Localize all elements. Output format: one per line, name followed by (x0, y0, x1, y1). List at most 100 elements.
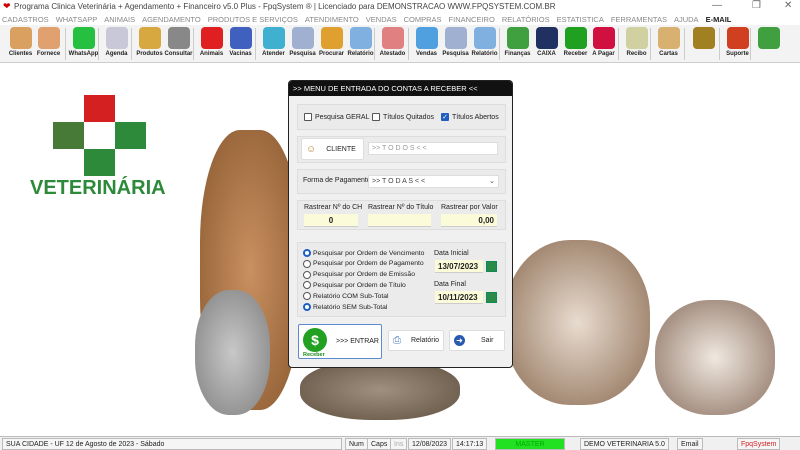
toolbar-button-whatsapp[interactable]: WhatsApp (69, 27, 98, 61)
cartas-icon (657, 27, 680, 49)
toolbar-button-agenda[interactable]: Agenda (102, 27, 131, 61)
a pagar-icon (592, 27, 615, 49)
produtos-icon (138, 27, 161, 49)
pesquisa-icon (444, 27, 467, 49)
menu-item[interactable]: WHATSAPP (56, 15, 98, 24)
status-bar: SUA CIDADE - UF 12 de Agosto de 2023 - S… (0, 436, 800, 450)
relatório-icon (349, 27, 372, 49)
arrow-right-icon: ➜ (454, 335, 465, 346)
toolbar-button-recibo[interactable]: Recibo (622, 27, 651, 61)
item-icon (692, 27, 715, 49)
rastrear-valor-input[interactable]: 0,00 (441, 214, 497, 227)
entrar-button[interactable]: $ Receber >>> ENTRAR (298, 324, 382, 359)
toolbar-button-a pagar[interactable]: A Pagar (589, 27, 618, 61)
pagamento-label: Forma de Pagamento (303, 177, 371, 184)
menu-item[interactable]: AGENDAMENTO (142, 15, 201, 24)
pagamento-select[interactable]: >> T O D A S < < ⌄ (368, 175, 499, 188)
chevron-down-icon: ⌄ (489, 178, 495, 185)
toolbar-label: Fornece (36, 51, 61, 57)
toolbar-label: Agenda (105, 51, 128, 57)
close-button[interactable]: ✕ (784, 0, 792, 11)
data-inicial-input[interactable]: 13/07/2023 (435, 260, 483, 273)
toolbar-label: WhatsApp (68, 51, 99, 57)
cat-image (655, 300, 775, 415)
vendas-icon (415, 27, 438, 49)
toolbar-button-relatório[interactable]: Relatório (346, 27, 375, 61)
receber-icon (564, 27, 587, 49)
toolbar-label: Cartas (659, 51, 678, 57)
radio-option[interactable]: Pesquisar por Ordem de Título (303, 281, 406, 290)
finanças-icon (506, 27, 529, 49)
menu-item[interactable]: CADASTROS (2, 15, 49, 24)
toolbar-button-vacinas[interactable]: Vacinas (226, 27, 255, 61)
calendar-icon[interactable] (486, 261, 497, 272)
menu-item[interactable]: COMPRAS (404, 15, 442, 24)
toolbar-button-item[interactable] (689, 27, 718, 61)
clientes-icon (9, 27, 32, 49)
consultar-icon (167, 27, 190, 49)
toolbar-button-suporte[interactable]: Suporte (723, 27, 752, 61)
contas-a-receber-dialog: >> MENU DE ENTRADA DO CONTAS A RECEBER <… (288, 80, 513, 368)
whatsapp-icon (72, 27, 95, 49)
relatório-icon (473, 27, 496, 49)
parrot-image (195, 290, 270, 415)
animais-icon (200, 27, 223, 49)
pesquisa-icon (291, 27, 314, 49)
kitten-image (300, 360, 460, 420)
menu-item[interactable]: VENDAS (366, 15, 397, 24)
caixa-icon (535, 27, 558, 49)
data-final-input[interactable]: 10/11/2023 (435, 291, 483, 304)
toolbar-button-atestado[interactable]: Atestado (378, 27, 407, 61)
rastrear-ch-input[interactable]: 0 (304, 214, 358, 227)
logo-text: VETERINÁRIA (30, 177, 166, 199)
pesquisa-geral-checkbox[interactable]: Pesquisa GERAL (304, 113, 369, 121)
bulldog-image (505, 240, 650, 405)
toolbar-label: Atestado (379, 51, 406, 57)
radio-option[interactable]: Pesquisar por Ordem de Pagamento (303, 259, 424, 268)
title-bar: ❤ Programa Clinica Veterinária + Agendam… (0, 0, 800, 13)
menu-item[interactable]: RELATÓRIOS (502, 15, 550, 24)
radio-option[interactable]: Pesquisar por Ordem de Vencimento (303, 249, 424, 257)
menu-item[interactable]: ESTATISTICA (557, 15, 604, 24)
minimize-button[interactable]: — (712, 0, 722, 11)
calendar-icon[interactable] (486, 292, 497, 303)
menu-item[interactable]: FINANCEIRO (449, 15, 495, 24)
toolbar-button-item[interactable] (754, 27, 783, 61)
cliente-field[interactable]: >> T O D O S < < (368, 142, 498, 155)
menu-item[interactable]: AJUDA (674, 15, 699, 24)
recibo-icon (625, 27, 648, 49)
toolbar-label: Relatório (471, 51, 498, 57)
relatorio-button[interactable]: ⎙ Relatório (388, 330, 444, 351)
menu-item-email[interactable]: E-MAIL (706, 15, 732, 24)
sair-button[interactable]: ➜ Sair (449, 330, 505, 351)
radio-option[interactable]: Pesquisar por Ordem de Emissão (303, 270, 415, 279)
printer-icon: ⎙ (393, 335, 401, 346)
toolbar-label: Suporte (726, 51, 749, 57)
user-icon: ☺ (306, 143, 317, 155)
toolbar-button-consultar[interactable]: Consultar (164, 27, 193, 61)
atender-icon (262, 27, 285, 49)
toolbar: Clientes Fornece WhatsApp Agenda Produtos Con… (0, 25, 800, 63)
toolbar-button-cartas[interactable]: Cartas (654, 27, 683, 61)
toolbar-label: Vacinas (229, 51, 252, 57)
fornece-icon (37, 27, 60, 49)
menu-item[interactable]: FERRAMENTAS (611, 15, 667, 24)
radio-option[interactable]: Relatório SEM Sub-Total (303, 303, 387, 311)
window-title: Programa Clinica Veterinária + Agendamen… (14, 2, 556, 11)
toolbar-button-fornece[interactable]: Fornece (34, 27, 63, 61)
maximize-button[interactable]: ❐ (752, 0, 761, 11)
vacinas-icon (229, 27, 252, 49)
rastrear-titulo-input[interactable] (368, 214, 431, 227)
radio-option[interactable]: Relatório COM Sub-Total (303, 292, 389, 301)
titulos-abertos-checkbox[interactable]: ✓ Títulos Abertos (441, 113, 499, 121)
cliente-button[interactable]: ☺ CLIENTE (301, 138, 364, 160)
toolbar-button-relatório[interactable]: Relatório (470, 27, 499, 61)
menu-item[interactable]: ANIMAIS (104, 15, 135, 24)
dialog-title: >> MENU DE ENTRADA DO CONTAS A RECEBER <… (289, 81, 512, 96)
menu-item[interactable]: PRODUTOS E SERVIÇOS (208, 15, 298, 24)
toolbar-label: A Pagar (592, 51, 615, 57)
menu-item[interactable]: ATENDIMENTO (305, 15, 359, 24)
atestado-icon (381, 27, 404, 49)
agenda-icon (105, 27, 128, 49)
titulos-quitados-checkbox[interactable]: Títulos Quitados (372, 113, 434, 121)
